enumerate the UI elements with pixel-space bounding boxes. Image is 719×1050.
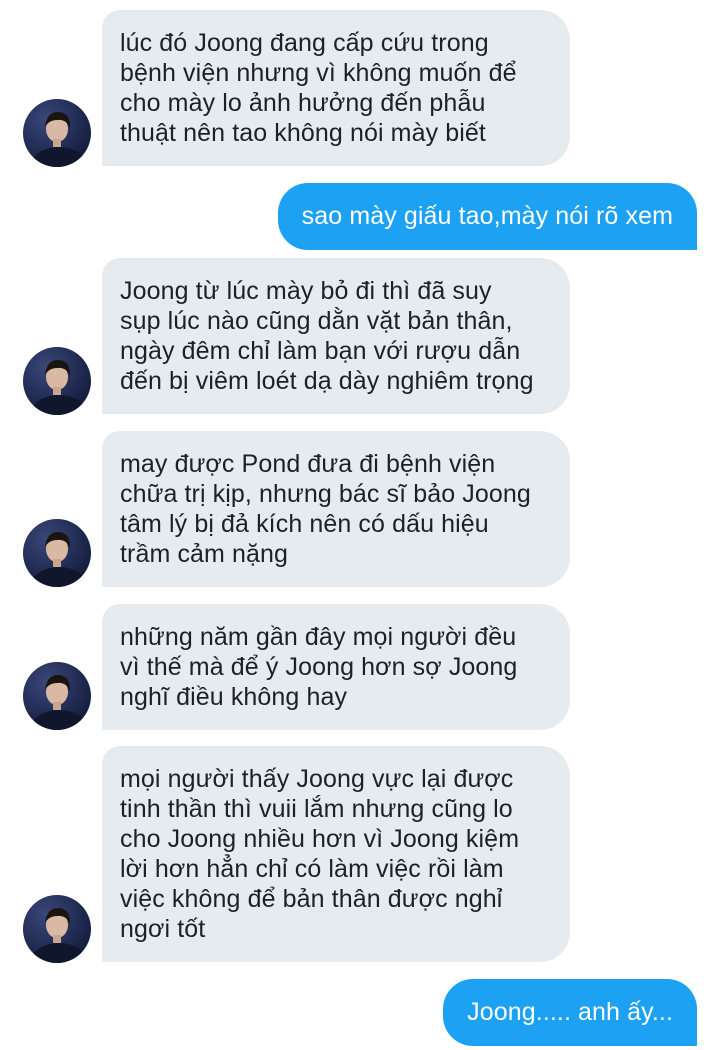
avatar-photo-icon <box>23 347 91 415</box>
contact-avatar[interactable] <box>23 662 91 730</box>
message-bubble-outgoing[interactable]: sao mày giấu tao,mày nói rõ xem <box>277 183 697 250</box>
chat-conversation: lúc đó Joong đang cấp cứu trong bệnh việ… <box>0 0 719 1050</box>
message-bubble-outgoing[interactable]: Joong..... anh ấy... <box>443 979 697 1046</box>
message-bubble-incoming[interactable]: những năm gần đây mọi người đều vì thế m… <box>102 604 570 730</box>
message-bubble-incoming[interactable]: may được Pond đưa đi bệnh viện chữa trị … <box>102 431 570 587</box>
avatar-photo-icon <box>23 662 91 730</box>
contact-avatar[interactable] <box>23 347 91 415</box>
avatar-photo-icon <box>23 519 91 587</box>
avatar-photo-icon <box>23 895 91 963</box>
contact-avatar[interactable] <box>23 895 91 963</box>
message-bubble-incoming[interactable]: mọi người thấy Joong vực lại được tinh t… <box>102 746 570 962</box>
avatar-photo-icon <box>23 99 91 167</box>
message-bubble-incoming[interactable]: Joong từ lúc mày bỏ đi thì đã suy sụp lú… <box>102 258 570 414</box>
message-bubble-incoming[interactable]: lúc đó Joong đang cấp cứu trong bệnh việ… <box>102 10 570 166</box>
contact-avatar[interactable] <box>23 99 91 167</box>
contact-avatar[interactable] <box>23 519 91 587</box>
